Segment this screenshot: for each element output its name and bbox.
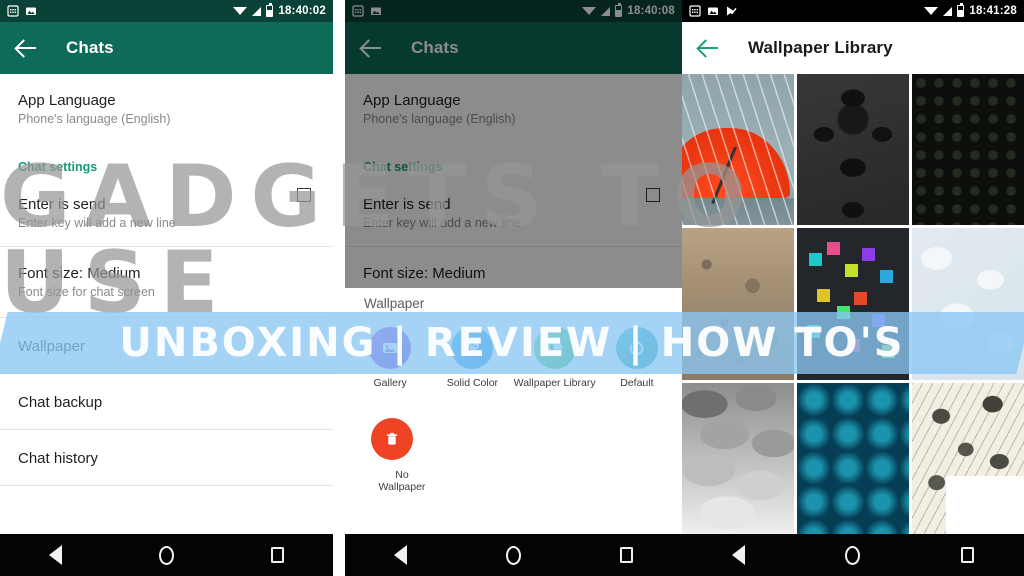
gallery-icon (369, 327, 412, 369)
android-nav-bar (0, 534, 333, 576)
dialog-scrim[interactable] (345, 0, 682, 288)
wallpaper-grid (682, 74, 1024, 534)
wallpaper-thumbnail-teal-diamond-pattern[interactable] (797, 382, 909, 534)
status-system-icons: 18:40:02 (233, 3, 326, 17)
battery-icon (266, 3, 274, 17)
rain-layer (682, 74, 794, 226)
battery-icon (957, 3, 965, 17)
wallpaper-source-options: Gallery Solid Color Wallpaper Library De… (345, 311, 682, 390)
wallpaper-dialog: Wallpaper Gallery Solid Color Wallpaper … (345, 288, 682, 534)
image-icon (26, 7, 36, 15)
nav-recents-icon[interactable] (960, 547, 974, 563)
wallpaper-option-wallpaper-library[interactable]: Wallpaper Library (514, 327, 596, 390)
calendar-icon (7, 5, 19, 17)
pattern-layer (682, 228, 794, 380)
option-label: Wallpaper Library (513, 377, 596, 389)
setting-enter-is-send[interactable]: Enter is send Enter key will add a new l… (0, 174, 333, 230)
whatsapp-icon (533, 327, 576, 369)
nav-home-icon[interactable] (845, 545, 861, 565)
setting-title: Chat history (18, 450, 99, 467)
setting-title: Enter is send (18, 196, 106, 213)
pattern-layer (797, 228, 909, 380)
status-system-icons: 18:41:28 (924, 3, 1017, 17)
enter-is-send-checkbox[interactable] (297, 188, 311, 202)
option-label: Default (620, 377, 654, 389)
wallpaper-thumbnail-rock-texture[interactable] (682, 228, 794, 380)
back-arrow-icon[interactable] (698, 37, 720, 59)
nav-back-icon[interactable] (732, 545, 746, 565)
phone-screen-chats-settings: 18:40:02 Chats App Language Phone's lang… (0, 0, 333, 576)
wifi-icon (233, 7, 248, 15)
wallpaper-thumbnail-light-leaf-pattern[interactable] (912, 228, 1024, 380)
status-notification-icons (7, 5, 37, 17)
status-clock: 18:41:28 (969, 5, 1017, 17)
option-label: Solid Color (446, 377, 499, 389)
setting-wallpaper[interactable]: Wallpaper (0, 318, 333, 373)
refresh-icon (615, 327, 658, 369)
cellular-signal-icon (252, 6, 262, 16)
wallpaper-thumbnail-red-umbrella-in-rain[interactable] (682, 74, 794, 226)
settings-list: App Language Phone's language (English) … (0, 74, 333, 534)
divider (0, 485, 333, 486)
nav-home-icon[interactable] (505, 545, 521, 565)
screenshot-root: 18:40:02 Chats App Language Phone's lang… (0, 0, 1024, 576)
setting-title: Chat backup (18, 394, 103, 411)
setting-title: Wallpaper (18, 338, 85, 355)
pattern-layer (682, 382, 794, 534)
status-bar: 18:41:28 (682, 0, 1024, 22)
wallpaper-option-solid-color[interactable]: Solid Color (431, 327, 513, 390)
status-bar: 18:40:02 (0, 0, 333, 22)
wallpaper-thumbnail-colorful-pixel-squares[interactable] (797, 228, 909, 380)
page-title: Chats (66, 38, 114, 57)
pattern-layer (912, 74, 1024, 226)
phone-screen-wallpaper-dialog: 18:40:08 Chats App Language Phone's lang… (345, 0, 682, 576)
wallpaper-option-no-wallpaper[interactable]: No Wallpaper (345, 390, 682, 493)
section-header-chat-settings: Chat settings (18, 160, 98, 174)
nav-recents-icon[interactable] (619, 547, 633, 563)
wifi-icon (924, 7, 939, 15)
wallpaper-option-default[interactable]: Default (596, 327, 678, 390)
pattern-layer (797, 74, 909, 226)
cellular-signal-icon (943, 6, 953, 16)
setting-app-language[interactable]: App Language Phone's language (English) (0, 74, 333, 126)
nav-home-icon[interactable] (158, 545, 174, 565)
wallpaper-thumbnail-grey-clouds[interactable] (682, 382, 794, 534)
app-bar: Wallpaper Library (682, 22, 1024, 74)
nav-back-icon[interactable] (394, 545, 408, 565)
app-bar: Chats (0, 22, 333, 74)
setting-font-size[interactable]: Font size: Medium Font size for chat scr… (0, 247, 333, 299)
wallpaper-option-gallery[interactable]: Gallery (349, 327, 431, 390)
wallpaper-thumbnail-dark-dotted-pattern[interactable] (912, 74, 1024, 226)
status-notification-icons (689, 5, 737, 17)
status-clock: 18:40:02 (278, 5, 326, 17)
nav-recents-icon[interactable] (271, 547, 285, 563)
pattern-layer (797, 382, 909, 534)
pattern-layer (912, 228, 1024, 380)
white-overlay-box (946, 476, 1024, 534)
calendar-icon (689, 5, 701, 17)
checkmark-flag-icon (727, 6, 737, 16)
setting-title: Font size: Medium (18, 265, 141, 282)
setting-title: App Language (18, 92, 116, 109)
trash-icon (371, 418, 413, 460)
back-arrow-icon[interactable] (16, 37, 38, 59)
setting-subtitle: Phone's language (English) (18, 112, 171, 126)
android-nav-bar (682, 534, 1024, 576)
nav-back-icon[interactable] (48, 545, 62, 565)
wallpaper-thumbnail-dark-damask-pattern[interactable] (797, 74, 909, 226)
setting-subtitle: Enter key will add a new line (18, 216, 176, 230)
page-title: Wallpaper Library (748, 38, 893, 57)
dialog-title: Wallpaper (364, 296, 425, 311)
option-label: Gallery (373, 377, 407, 389)
setting-chat-history[interactable]: Chat history (0, 430, 333, 485)
setting-chat-backup[interactable]: Chat backup (0, 374, 333, 429)
option-label: No Wallpaper (378, 469, 426, 493)
image-icon (708, 7, 718, 15)
android-nav-bar (345, 534, 682, 576)
setting-subtitle: Font size for chat screen (18, 285, 155, 299)
palette-icon (451, 327, 494, 369)
